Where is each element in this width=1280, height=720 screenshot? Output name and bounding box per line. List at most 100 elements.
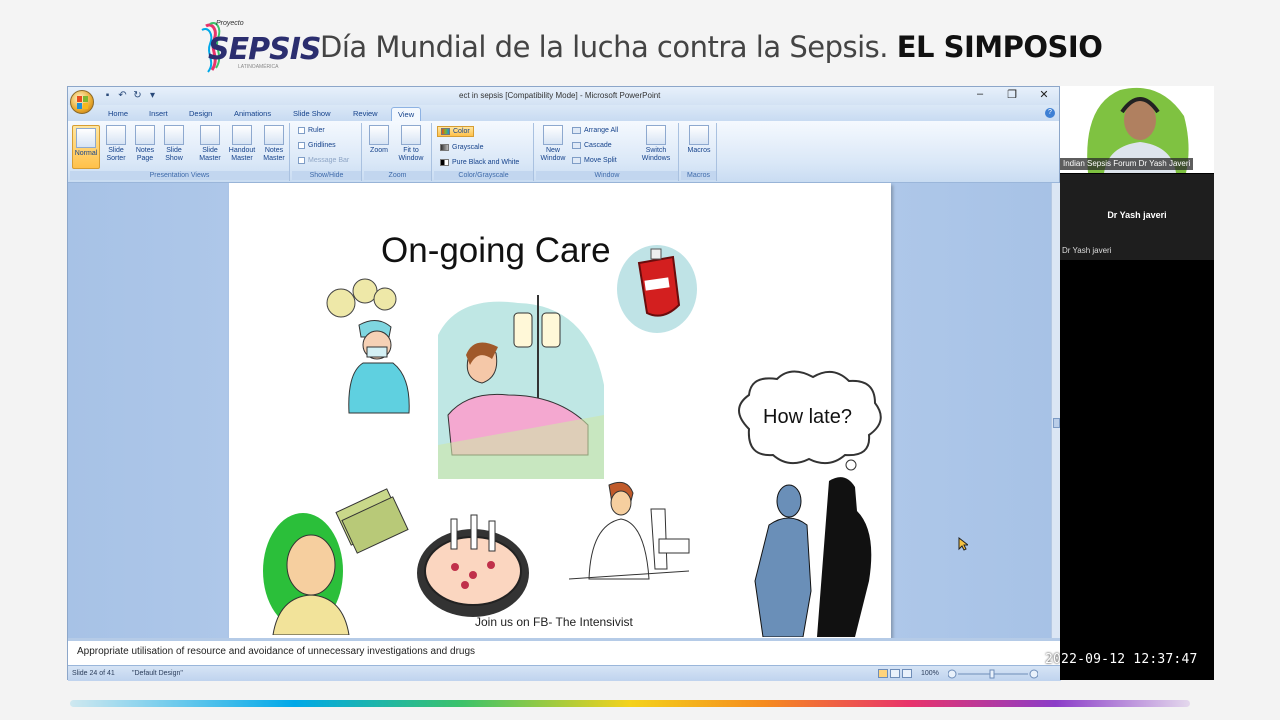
sorter-view-status-icon[interactable] [890, 669, 900, 678]
group-zoom: Zoom Fit to Window Zoom [364, 123, 432, 181]
notes-pane[interactable]: Appropriate utilisation of resource and … [68, 638, 1061, 665]
group-label-window: Window [536, 171, 678, 180]
normal-view-label: Normal [74, 150, 98, 157]
grayscale-button[interactable]: Grayscale [440, 144, 484, 151]
rainbow-bar [70, 700, 1190, 707]
notes-master-label-2: Master [263, 155, 285, 162]
switch-windows-label-1: Switch [645, 147, 667, 154]
event-banner: Proyecto SEPSIS LATINOAMÉRICA Día Mundia… [0, 0, 1280, 90]
normal-view-status-icon[interactable] [878, 669, 888, 678]
save-icon[interactable]: ▪ [102, 90, 113, 101]
normal-view-button[interactable]: Normal [72, 125, 100, 169]
speaker-video-tile[interactable]: Indian Sepsis Forum Dr Yash Javeri [1060, 86, 1214, 173]
tab-design[interactable]: Design [189, 109, 212, 118]
ribbon-tabs: Home Insert Design Animations Slide Show… [68, 105, 1059, 121]
handout-master-button[interactable]: Handout Master [225, 125, 259, 163]
tab-view[interactable]: View [391, 107, 422, 121]
surgeon-clipart [326, 278, 410, 414]
magnifier-icon [369, 125, 389, 145]
video-panel: Indian Sepsis Forum Dr Yash Javeri Dr Ya… [1060, 86, 1214, 680]
slide-sorter-icon [106, 125, 126, 145]
window-controls: – ❐ ✕ [973, 88, 1051, 101]
zoom-level[interactable]: 100% [921, 670, 939, 677]
minimize-icon[interactable]: – [973, 88, 987, 101]
tab-home[interactable]: Home [108, 109, 128, 118]
cascade-button[interactable]: Cascade [572, 142, 612, 149]
slide-show-button[interactable]: Slide Show [161, 125, 187, 163]
group-presentation-views: Normal Slide Sorter Notes Page Slide Sho… [70, 123, 290, 181]
ruler-checkbox[interactable]: Ruler [298, 127, 325, 134]
arrange-all-icon [572, 127, 581, 134]
gridlines-checkbox[interactable]: Gridlines [298, 142, 336, 149]
move-split-label: Move Split [584, 157, 617, 164]
patient-in-bed-clipart [438, 295, 604, 479]
handout-master-label-2: Master [231, 155, 253, 162]
color-swatch-icon [441, 128, 450, 135]
cascade-label: Cascade [584, 142, 612, 149]
restore-icon[interactable]: ❐ [1005, 88, 1019, 101]
logo-tagline: LATINOAMÉRICA [238, 64, 279, 70]
logo-wordmark: SEPSIS [208, 32, 321, 67]
slide-show-label-2: Show [165, 155, 183, 162]
gridlines-checkbox-box [298, 142, 305, 149]
status-bar: Slide 24 of 41 "Default Design" 100% [68, 665, 1061, 681]
slide-sorter-button[interactable]: Slide Sorter [102, 125, 130, 163]
mouse-cursor-icon [958, 537, 968, 551]
fit-to-window-button[interactable]: Fit to Window [396, 125, 426, 163]
tab-insert[interactable]: Insert [149, 109, 168, 118]
zoom-slider[interactable] [948, 669, 1038, 679]
macros-label: Macros [687, 147, 711, 154]
notes-master-icon [264, 125, 284, 145]
fit-to-window-icon [401, 125, 421, 145]
move-split-button[interactable]: Move Split [572, 157, 617, 164]
redo-icon[interactable]: ↻ [132, 90, 143, 101]
lab-technician-clipart [569, 481, 690, 580]
help-icon[interactable]: ? [1045, 108, 1055, 118]
scrollbar-thumb[interactable] [1053, 418, 1060, 428]
slide-title: On-going Care [381, 231, 611, 270]
recording-timestamp: 2022-09-12 12:37:47 [1045, 652, 1198, 667]
arrange-all-label: Arrange All [584, 127, 619, 134]
waiting-men-clipart [754, 477, 872, 637]
group-macros: Macros Macros [681, 123, 717, 181]
tab-slide-show[interactable]: Slide Show [293, 109, 331, 118]
arrange-all-button[interactable]: Arrange All [572, 127, 618, 134]
normal-view-icon [76, 128, 96, 148]
handout-master-icon [232, 125, 252, 145]
group-color-grayscale: Color Grayscale Pure Black and White Col… [434, 123, 534, 181]
color-button[interactable]: Color [437, 126, 474, 137]
undo-icon[interactable]: ↶ [117, 90, 128, 101]
office-button[interactable] [70, 90, 94, 114]
banner-title-regular: Día Mundial de la lucha contra la Sepsis… [320, 30, 888, 64]
pure-black-white-button[interactable]: Pure Black and White [440, 159, 519, 166]
fit-to-window-label-1: Fit to [403, 147, 419, 154]
logo-small-text: Proyecto [216, 20, 244, 27]
slide-master-button[interactable]: Slide Master [196, 125, 224, 163]
group-show-hide: Ruler Gridlines Message Bar Show/Hide [292, 123, 362, 181]
message-bar-checkbox[interactable]: Message Bar [298, 157, 349, 164]
participant-tile[interactable]: Dr Yash javeri Dr Yash javeri [1060, 174, 1214, 260]
slideshow-view-status-icon[interactable] [902, 669, 912, 678]
thought-bubble-text: How late? [763, 406, 852, 428]
new-window-button[interactable]: New Window [538, 125, 568, 163]
switch-windows-label-2: Windows [641, 155, 671, 162]
slide-count: Slide 24 of 41 [72, 670, 115, 677]
group-label-color-grayscale: Color/Grayscale [434, 171, 533, 180]
switch-windows-button[interactable]: Switch Windows [638, 125, 674, 163]
slide-show-icon [164, 125, 184, 145]
notes-page-icon [135, 125, 155, 145]
slide-canvas[interactable]: On-going Care How late? Join us on FB- T… [229, 183, 891, 638]
macros-button[interactable]: Macros [684, 125, 714, 155]
tab-review[interactable]: Review [353, 109, 378, 118]
slide-workspace: On-going Care How late? Join us on FB- T… [68, 183, 1051, 638]
notes-page-button[interactable]: Notes Page [132, 125, 158, 163]
office-logo-icon [77, 96, 88, 109]
customize-qat-icon[interactable]: ▾ [147, 90, 158, 101]
tab-animations[interactable]: Animations [234, 109, 271, 118]
notes-master-label-1: Notes [264, 147, 284, 154]
zoom-button[interactable]: Zoom [366, 125, 392, 155]
notes-master-button[interactable]: Notes Master [260, 125, 288, 163]
view-buttons [878, 669, 912, 678]
slide-master-label-1: Slide [202, 147, 218, 154]
close-icon[interactable]: ✕ [1037, 88, 1051, 101]
